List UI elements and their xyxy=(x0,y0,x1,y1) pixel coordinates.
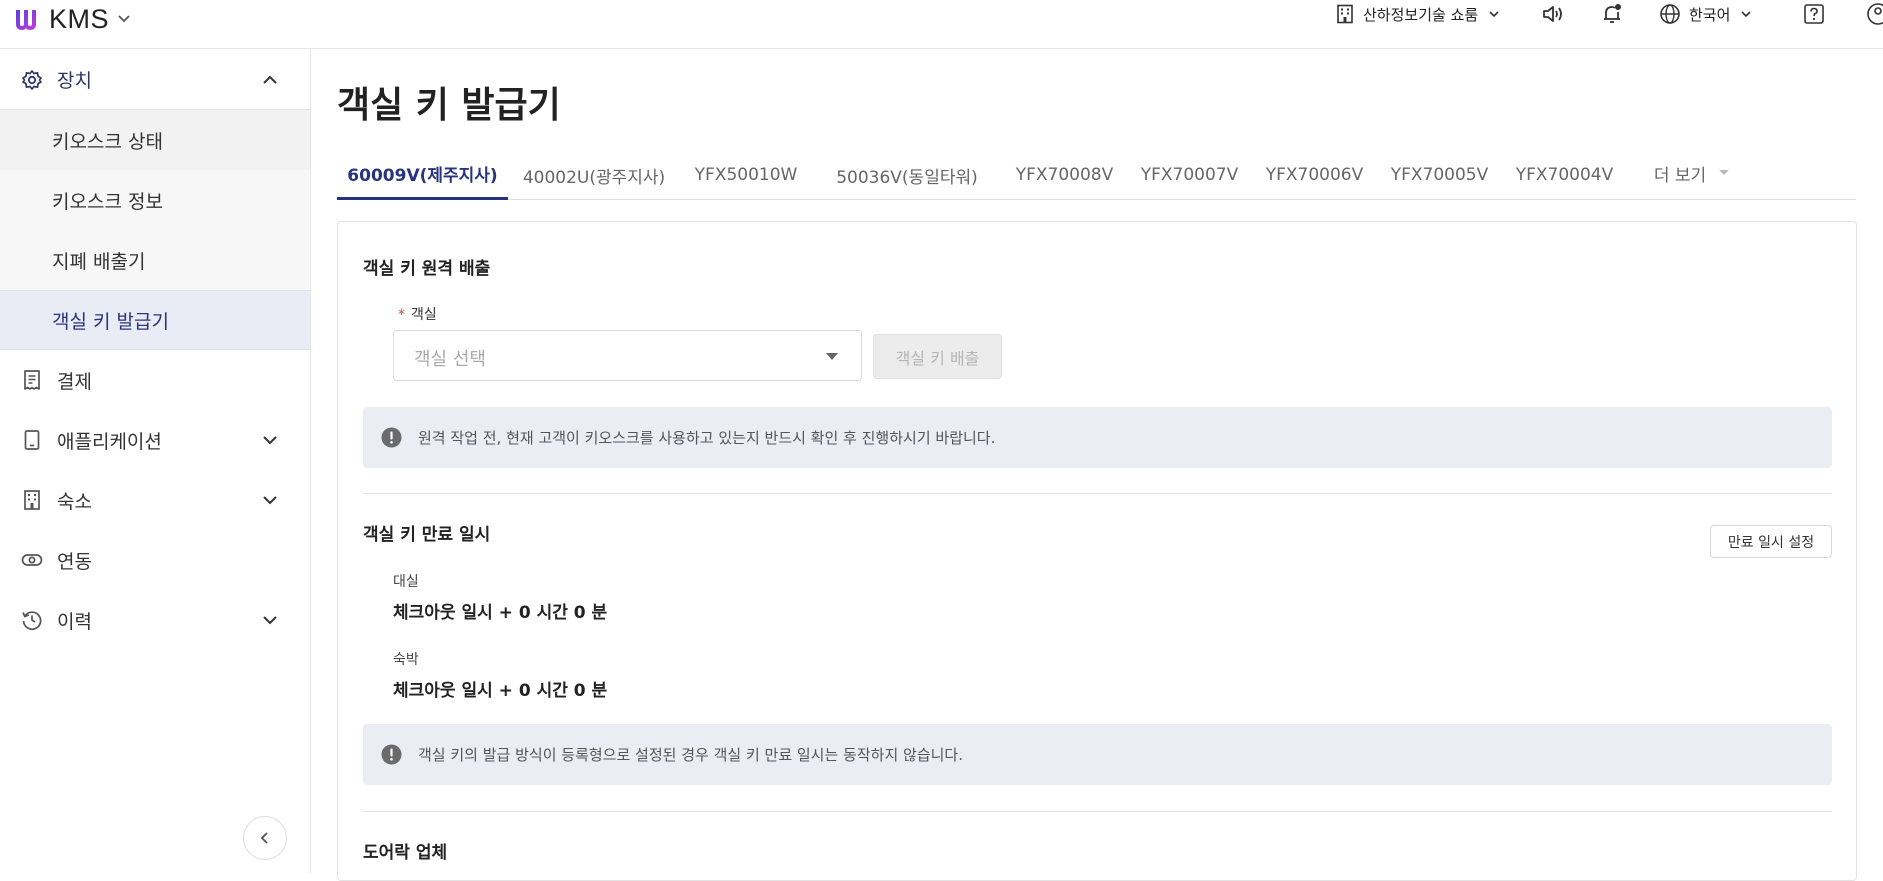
notice-expiry: 객실 키의 발급 방식이 등록형으로 설정된 경우 객실 키 만료 일시는 동작… xyxy=(363,724,1832,785)
user-menu-button[interactable] xyxy=(1866,0,1883,28)
globe-icon xyxy=(1660,4,1680,24)
room-label-text: 객실 xyxy=(411,307,437,323)
tab-device[interactable]: 40002U(광주지사) xyxy=(508,150,680,200)
tab-device[interactable]: 60009V(제주지사) xyxy=(337,150,508,200)
sidebar-collapse-button[interactable] xyxy=(243,816,287,860)
help-button[interactable] xyxy=(1803,0,1825,28)
sidebar-subitem-label: 객실 키 발급기 xyxy=(52,310,169,333)
chevron-down-icon xyxy=(263,496,277,505)
sidebar-subitem-label: 키오스크 정보 xyxy=(52,190,163,213)
sidebar-item-label: 장치 xyxy=(57,70,92,92)
sound-button[interactable] xyxy=(1541,0,1565,28)
divider xyxy=(363,493,1832,494)
tab-more[interactable]: 더 보기 xyxy=(1627,148,1757,198)
page-title: 객실 키 발급기 xyxy=(337,85,561,126)
stay-value: 체크아웃 일시 + 0 시간 0 분 xyxy=(393,681,608,701)
rental-label: 대실 xyxy=(393,574,419,590)
section-title-key-expiry: 객실 키 만료 일시 xyxy=(363,525,491,545)
room-select-placeholder: 객실 선택 xyxy=(414,349,486,370)
sidebar-subitem-room-key-issuer[interactable]: 객실 키 발급기 xyxy=(0,290,310,350)
gear-icon xyxy=(22,70,42,90)
chevron-left-icon xyxy=(260,832,268,844)
sidebar-item-application[interactable]: 애플리케이션 xyxy=(0,410,310,470)
sidebar-item-label: 이력 xyxy=(57,610,92,633)
store-selector[interactable]: 산하정보기술 쇼룸 xyxy=(1335,0,1500,28)
app-name: KMS xyxy=(49,3,110,34)
sidebar-subitem-label: 키오스크 상태 xyxy=(52,130,163,153)
store-name: 산하정보기술 쇼룸 xyxy=(1363,5,1479,24)
notification-button[interactable] xyxy=(1600,0,1624,28)
alert-icon xyxy=(381,744,402,765)
tab-device[interactable]: YFX70004V xyxy=(1502,150,1627,200)
chevron-down-icon xyxy=(1489,11,1499,18)
tab-device[interactable]: 50036V(동일타워) xyxy=(812,150,1002,200)
chevron-down-icon xyxy=(263,436,277,445)
sidebar: 장치 키오스크 상태 키오스크 정보 지폐 배출기 객실 키 발급기 결제 애플… xyxy=(0,49,311,873)
chevron-down-icon xyxy=(263,616,277,625)
top-header: KMS 산하정보기술 쇼룸 한국어 xyxy=(0,0,1883,49)
content-card: 객실 키 원격 배출 * 객실 객실 선택 객실 키 배출 원격 작업 전, 현재… xyxy=(337,221,1857,881)
tab-device[interactable]: YFX50010W xyxy=(680,150,812,200)
bell-icon xyxy=(1604,4,1621,23)
tablet-icon xyxy=(24,430,40,450)
tab-device[interactable]: YFX70008V xyxy=(1002,150,1127,200)
language-label: 한국어 xyxy=(1689,5,1731,24)
eject-room-key-button[interactable]: 객실 키 배출 xyxy=(873,334,1002,379)
sidebar-subitem-kiosk-info[interactable]: 키오스크 정보 xyxy=(0,170,310,230)
sidebar-item-payment[interactable]: 결제 xyxy=(0,350,310,410)
brand-logo-icon xyxy=(16,10,36,30)
speaker-icon xyxy=(1543,6,1562,22)
divider xyxy=(363,811,1832,812)
sidebar-item-label: 숙소 xyxy=(57,490,92,513)
building-icon xyxy=(1337,4,1353,24)
notice-remote: 원격 작업 전, 현재 고객이 키오스크를 사용하고 있는지 반드시 확인 후 … xyxy=(363,407,1832,468)
chevron-down-icon xyxy=(118,15,130,23)
sidebar-item-label: 연동 xyxy=(57,550,92,573)
sidebar-item-history[interactable]: 이력 xyxy=(0,590,310,650)
set-expiry-button[interactable]: 만료 일시 설정 xyxy=(1710,525,1832,558)
sidebar-item-label: 결제 xyxy=(57,370,92,393)
brand-switcher[interactable]: KMS xyxy=(14,2,131,36)
chevron-down-icon xyxy=(1741,11,1751,18)
notice-text: 원격 작업 전, 현재 고객이 키오스크를 사용하고 있는지 반드시 확인 후 … xyxy=(418,429,996,447)
sidebar-subitem-label: 지폐 배출기 xyxy=(52,250,146,273)
language-selector[interactable]: 한국어 xyxy=(1659,0,1752,28)
user-icon xyxy=(1867,3,1883,25)
receipt-icon xyxy=(24,370,40,390)
help-icon xyxy=(1804,4,1824,24)
tab-more-label: 더 보기 xyxy=(1653,165,1707,186)
sidebar-item-device[interactable]: 장치 xyxy=(0,50,310,110)
room-select[interactable]: 객실 선택 xyxy=(393,330,862,381)
device-tabs: 60009V(제주지사) 40002U(광주지사) YFX50010W 5003… xyxy=(337,150,1856,200)
required-mark: * xyxy=(398,307,405,323)
toggle-icon xyxy=(21,554,43,566)
stay-label: 숙박 xyxy=(393,652,419,668)
section-title-remote-eject: 객실 키 원격 배출 xyxy=(363,259,491,279)
sidebar-subitem-bill-dispenser[interactable]: 지폐 배출기 xyxy=(0,230,310,290)
tab-device[interactable]: YFX70007V xyxy=(1127,150,1252,200)
sidebar-item-integration[interactable]: 연동 xyxy=(0,530,310,590)
sidebar-subitem-kiosk-status[interactable]: 키오스크 상태 xyxy=(0,110,310,170)
caret-down-icon xyxy=(826,353,838,360)
chevron-up-icon xyxy=(263,75,277,84)
sidebar-item-accommodation[interactable]: 숙소 xyxy=(0,470,310,530)
alert-icon xyxy=(381,427,402,448)
history-icon xyxy=(22,611,42,630)
building-icon xyxy=(24,490,40,510)
caret-down-icon xyxy=(1719,170,1730,175)
tab-device[interactable]: YFX70005V xyxy=(1377,150,1502,200)
room-field-label: * 객실 xyxy=(398,304,437,324)
rental-value: 체크아웃 일시 + 0 시간 0 분 xyxy=(393,603,608,623)
section-title-doorlock-vendor: 도어락 업체 xyxy=(363,843,448,863)
tab-device[interactable]: YFX70006V xyxy=(1252,150,1377,200)
notice-text: 객실 키의 발급 방식이 등록형으로 설정된 경우 객실 키 만료 일시는 동작… xyxy=(418,746,963,764)
sidebar-item-label: 애플리케이션 xyxy=(57,430,162,453)
